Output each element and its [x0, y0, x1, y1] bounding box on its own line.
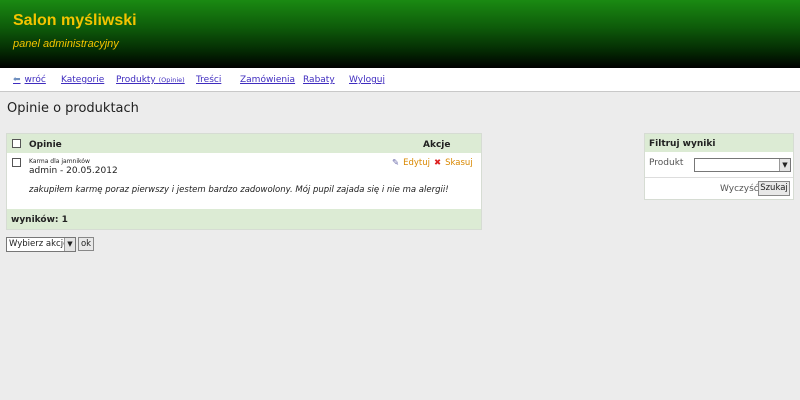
- nav-content[interactable]: Treści: [196, 75, 221, 85]
- col-reviews-header: Opinie: [29, 140, 62, 150]
- delete-x-icon: ✖: [434, 158, 442, 168]
- back-arrow-icon: ⬅: [13, 75, 21, 85]
- site-title: Salon myśliwski: [13, 12, 137, 29]
- app-header: Salon myśliwski panel administracyjny: [0, 0, 800, 68]
- pencil-icon: ✎: [392, 158, 400, 168]
- delete-button[interactable]: ✖ Skasuj: [434, 158, 473, 168]
- divider: [645, 177, 793, 178]
- bulk-action-select[interactable]: Wybierz akcję ▼: [6, 237, 76, 252]
- filter-panel: Filtruj wyniki Produkt ▼ Wyczyść Szukaj: [644, 133, 794, 200]
- review-text: zakupiłem karmę poraz pierwszy i jestem …: [29, 185, 449, 195]
- nav-orders[interactable]: Zamówienia: [240, 75, 295, 85]
- delete-label: Skasuj: [445, 158, 473, 168]
- site-subtitle: panel administracyjny: [13, 38, 119, 50]
- page-title: Opinie o produktach: [7, 101, 139, 116]
- nav-back-link[interactable]: ⬅ wróć: [13, 75, 46, 85]
- nav-categories[interactable]: Kategorie: [61, 75, 104, 85]
- chevron-down-icon: ▼: [64, 238, 75, 251]
- row-checkbox[interactable]: [12, 158, 21, 167]
- filter-header: Filtruj wyniki: [645, 134, 793, 152]
- reviews-table: Opinie Akcje Karma dla jamników admin - …: [6, 133, 482, 230]
- edit-button[interactable]: ✎ Edytuj: [392, 158, 430, 168]
- col-actions-header: Akcje: [423, 140, 451, 150]
- nav-products-label: Produkty: [116, 75, 156, 85]
- chevron-down-icon: ▼: [779, 159, 790, 171]
- review-meta: admin - 20.05.2012: [29, 166, 118, 176]
- nav-back-label: wróć: [24, 75, 46, 85]
- edit-label: Edytuj: [403, 158, 431, 168]
- nav-discounts[interactable]: Rabaty: [303, 75, 335, 85]
- bulk-ok-button[interactable]: ok: [78, 237, 94, 251]
- search-button[interactable]: Szukaj: [758, 181, 790, 196]
- nav-logout[interactable]: Wyloguj: [349, 75, 385, 85]
- nav-products-sub: (Opinie): [158, 76, 185, 84]
- result-count: wyników: 1: [11, 215, 68, 225]
- product-filter-select[interactable]: ▼: [694, 158, 791, 172]
- table-header: Opinie Akcje: [7, 134, 481, 153]
- main-nav: ⬅ wróć Kategorie Produkty (Opinie) Treści…: [0, 68, 800, 92]
- review-product: Karma dla jamników: [29, 158, 90, 165]
- select-all-checkbox[interactable]: [12, 139, 21, 148]
- table-footer: wyników: 1: [7, 209, 481, 229]
- bulk-action-value: Wybierz akcję: [9, 239, 69, 249]
- clear-filter-link[interactable]: Wyczyść: [720, 184, 759, 194]
- filter-title: Filtruj wyniki: [649, 139, 716, 149]
- product-filter-label: Produkt: [649, 158, 684, 168]
- nav-products[interactable]: Produkty (Opinie): [116, 75, 185, 85]
